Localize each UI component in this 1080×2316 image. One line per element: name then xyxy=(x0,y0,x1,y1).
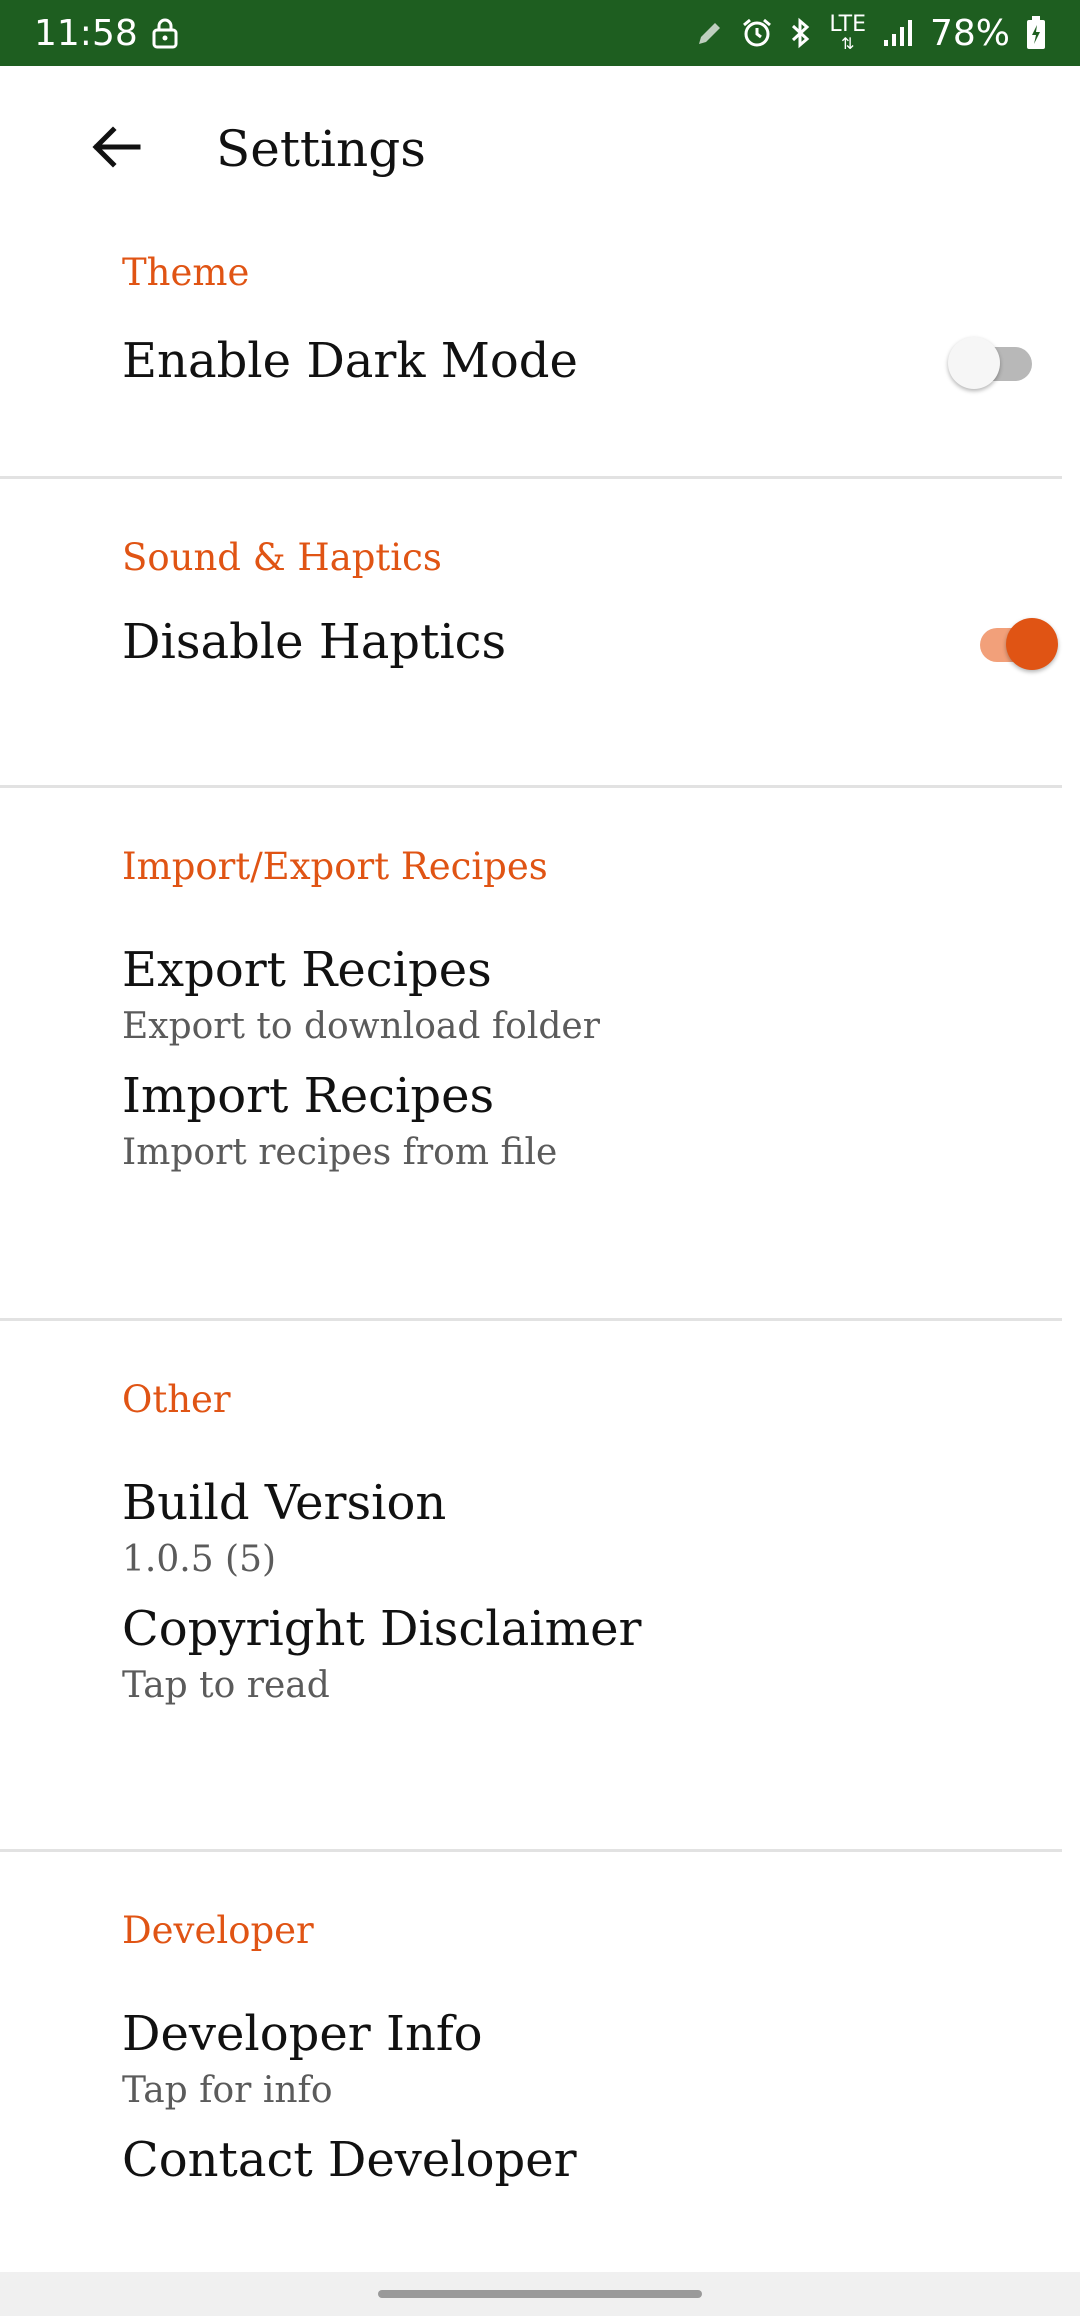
haptics-switch-thumb xyxy=(1006,618,1058,670)
build-version-title: Build Version xyxy=(122,1475,447,1531)
export-recipes-title: Export Recipes xyxy=(122,942,492,998)
section-theme: Theme Enable Dark Mode xyxy=(0,232,1062,479)
status-time: 11:58 xyxy=(34,12,138,54)
dark-mode-title: Enable Dark Mode xyxy=(122,333,578,389)
pencil-icon xyxy=(695,18,725,48)
section-header-other: Other xyxy=(122,1378,231,1421)
copyright-summary: Tap to read xyxy=(122,1665,330,1706)
alarm-icon xyxy=(741,17,773,49)
section-header-sound: Sound & Haptics xyxy=(122,536,442,579)
haptics-title: Disable Haptics xyxy=(122,614,507,670)
status-right: LTE ⇅ 78% xyxy=(695,13,1046,54)
lte-icon: LTE ⇅ xyxy=(829,12,866,53)
battery-percent: 78% xyxy=(929,12,1010,54)
build-version-summary: 1.0.5 (5) xyxy=(122,1539,277,1580)
settings-list: Theme Enable Dark Mode Sound & Haptics D… xyxy=(0,232,1080,2252)
developer-info-summary: Tap for info xyxy=(122,2070,333,2111)
build-version-row[interactable]: Build Version 1.0.5 (5) xyxy=(0,1421,1062,1601)
home-gesture-handle[interactable] xyxy=(378,2290,702,2298)
copyright-row[interactable]: Copyright Disclaimer Tap to read xyxy=(0,1601,1062,1781)
contact-developer-row[interactable]: Contact Developer xyxy=(0,2132,1062,2252)
back-button[interactable] xyxy=(84,117,148,181)
section-header-theme: Theme xyxy=(122,251,250,294)
battery-icon xyxy=(1026,16,1046,50)
bluetooth-icon xyxy=(789,17,813,49)
haptics-switch[interactable] xyxy=(966,614,1062,670)
arrow-left-icon xyxy=(91,125,141,173)
status-bar: 11:58 LTE ⇅ 78% xyxy=(0,0,1080,66)
section-header-developer: Developer xyxy=(122,1909,314,1952)
status-left: 11:58 xyxy=(34,13,178,54)
page-title: Settings xyxy=(216,120,426,178)
lock-icon xyxy=(152,17,178,49)
dark-mode-switch[interactable] xyxy=(948,333,1044,389)
copyright-title: Copyright Disclaimer xyxy=(122,1601,642,1657)
import-recipes-summary: Import recipes from file xyxy=(122,1132,558,1173)
dark-mode-switch-thumb xyxy=(948,337,1000,389)
haptics-row[interactable]: Disable Haptics xyxy=(0,579,1062,785)
import-recipes-row[interactable]: Import Recipes Import recipes from file xyxy=(0,1068,1062,1248)
section-header-import-export: Import/Export Recipes xyxy=(122,845,548,888)
section-sound: Sound & Haptics Disable Haptics xyxy=(0,479,1062,788)
contact-developer-title: Contact Developer xyxy=(122,2132,577,2188)
export-recipes-summary: Export to download folder xyxy=(122,1006,600,1047)
lte-label: LTE xyxy=(829,12,866,37)
section-developer: Developer Developer Info Tap for info Co… xyxy=(0,1852,1062,2252)
developer-info-title: Developer Info xyxy=(122,2006,483,2062)
dark-mode-row[interactable]: Enable Dark Mode xyxy=(0,286,1062,476)
section-import-export: Import/Export Recipes Export Recipes Exp… xyxy=(0,788,1062,1321)
developer-info-row[interactable]: Developer Info Tap for info xyxy=(0,1952,1062,2132)
section-other: Other Build Version 1.0.5 (5) Copyright … xyxy=(0,1321,1062,1852)
import-recipes-title: Import Recipes xyxy=(122,1068,495,1124)
app-bar: Settings xyxy=(0,66,1080,232)
export-recipes-row[interactable]: Export Recipes Export to download folder xyxy=(0,888,1062,1068)
signal-icon xyxy=(882,18,914,48)
